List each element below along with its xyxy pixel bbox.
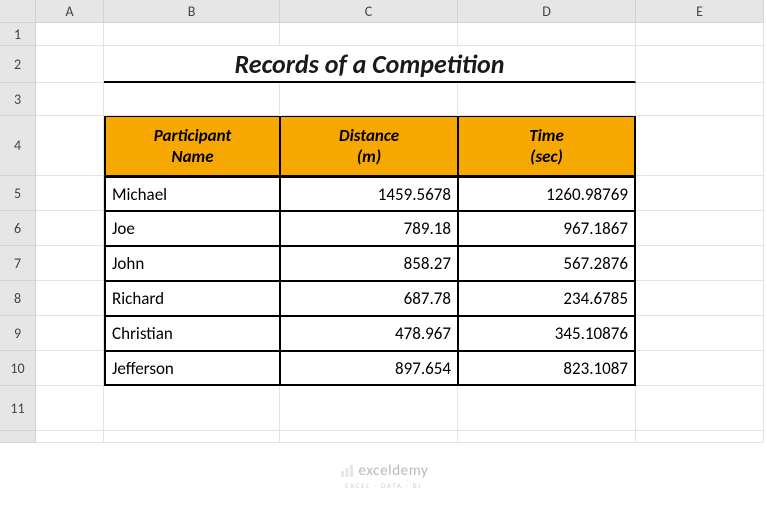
- watermark-brand: exceldemy: [359, 462, 429, 480]
- cell-a7[interactable]: [36, 246, 104, 281]
- table-row[interactable]: 823.1087: [458, 351, 636, 386]
- cell-e9[interactable]: [636, 316, 764, 351]
- table-header-distance[interactable]: Distance (m): [280, 116, 458, 176]
- table-row[interactable]: 567.2876: [458, 246, 636, 281]
- row-header-1[interactable]: 1: [0, 23, 36, 46]
- spreadsheet-sheet: A B C D E 1 2 Records of a Competition 3…: [0, 0, 767, 520]
- row-header-9[interactable]: 9: [0, 316, 36, 351]
- table-row[interactable]: 967.1867: [458, 211, 636, 246]
- cell-d11[interactable]: [458, 386, 636, 431]
- table-row[interactable]: 234.6785: [458, 281, 636, 316]
- cell-a12[interactable]: [36, 431, 104, 443]
- row-header-12-cut[interactable]: [0, 431, 36, 443]
- table-row[interactable]: Richard: [104, 281, 280, 316]
- row-header-11[interactable]: 11: [0, 386, 36, 431]
- cell-e6[interactable]: [636, 211, 764, 246]
- table-row[interactable]: Christian: [104, 316, 280, 351]
- watermark: exceldemy EXCEL · DATA · BI: [0, 462, 767, 490]
- cell-e4[interactable]: [636, 116, 764, 176]
- cell-a10[interactable]: [36, 351, 104, 386]
- col-header-a[interactable]: A: [36, 0, 104, 23]
- table-row[interactable]: 897.654: [280, 351, 458, 386]
- chart-icon: [339, 463, 355, 479]
- cell-a4[interactable]: [36, 116, 104, 176]
- cell-b12[interactable]: [104, 431, 280, 443]
- table-row[interactable]: Joe: [104, 211, 280, 246]
- cell-d1[interactable]: [458, 23, 636, 46]
- cell-a2[interactable]: [36, 46, 104, 83]
- table-row[interactable]: 858.27: [280, 246, 458, 281]
- table-row[interactable]: 789.18: [280, 211, 458, 246]
- row-header-7[interactable]: 7: [0, 246, 36, 281]
- cell-c3[interactable]: [280, 83, 458, 116]
- cell-b1[interactable]: [104, 23, 280, 46]
- table-row[interactable]: 687.78: [280, 281, 458, 316]
- cell-e1[interactable]: [636, 23, 764, 46]
- cell-a9[interactable]: [36, 316, 104, 351]
- cell-a1[interactable]: [36, 23, 104, 46]
- cell-e12[interactable]: [636, 431, 764, 443]
- cell-e8[interactable]: [636, 281, 764, 316]
- cell-e7[interactable]: [636, 246, 764, 281]
- table-row[interactable]: 345.10876: [458, 316, 636, 351]
- cell-c11[interactable]: [280, 386, 458, 431]
- col-header-d[interactable]: D: [458, 0, 636, 23]
- cell-b3[interactable]: [104, 83, 280, 116]
- cell-c12[interactable]: [280, 431, 458, 443]
- cell-e11[interactable]: [636, 386, 764, 431]
- table-row[interactable]: John: [104, 246, 280, 281]
- row-header-3[interactable]: 3: [0, 83, 36, 116]
- cell-a8[interactable]: [36, 281, 104, 316]
- cell-a11[interactable]: [36, 386, 104, 431]
- cell-a6[interactable]: [36, 211, 104, 246]
- title-cell[interactable]: Records of a Competition: [104, 46, 636, 83]
- table-row[interactable]: 1459.5678: [280, 176, 458, 211]
- col-header-e[interactable]: E: [636, 0, 764, 23]
- cell-a3[interactable]: [36, 83, 104, 116]
- row-header-8[interactable]: 8: [0, 281, 36, 316]
- cell-b11[interactable]: [104, 386, 280, 431]
- row-header-4[interactable]: 4: [0, 116, 36, 176]
- spreadsheet-grid: A B C D E 1 2 Records of a Competition 3…: [0, 0, 767, 443]
- cell-e5[interactable]: [636, 176, 764, 211]
- cell-e2[interactable]: [636, 46, 764, 83]
- row-header-2[interactable]: 2: [0, 46, 36, 83]
- row-header-6[interactable]: 6: [0, 211, 36, 246]
- col-header-b[interactable]: B: [104, 0, 280, 23]
- table-row[interactable]: Michael: [104, 176, 280, 211]
- cell-c1[interactable]: [280, 23, 458, 46]
- table-row[interactable]: 478.967: [280, 316, 458, 351]
- table-row[interactable]: 1260.98769: [458, 176, 636, 211]
- table-header-time[interactable]: Time (sec): [458, 116, 636, 176]
- cell-d3[interactable]: [458, 83, 636, 116]
- cell-a5[interactable]: [36, 176, 104, 211]
- cell-e3[interactable]: [636, 83, 764, 116]
- cell-e10[interactable]: [636, 351, 764, 386]
- row-header-5[interactable]: 5: [0, 176, 36, 211]
- col-header-c[interactable]: C: [280, 0, 458, 23]
- watermark-tagline: EXCEL · DATA · BI: [0, 481, 767, 490]
- select-all-corner[interactable]: [0, 0, 36, 23]
- table-row[interactable]: Jefferson: [104, 351, 280, 386]
- row-header-10[interactable]: 10: [0, 351, 36, 386]
- table-header-participant[interactable]: Participant Name: [104, 116, 280, 176]
- cell-d12[interactable]: [458, 431, 636, 443]
